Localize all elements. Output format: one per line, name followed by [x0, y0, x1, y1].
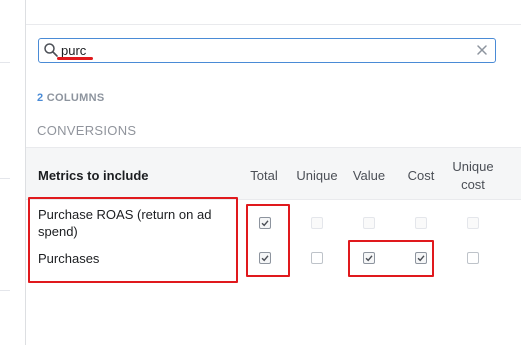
column-header-total: Total [250, 168, 278, 183]
left-panel-edge [0, 0, 26, 345]
annotation-box-value-cost [348, 240, 434, 277]
checkbox-purchase-roas-unique-cost [467, 217, 479, 229]
search-icon [44, 43, 58, 57]
checkbox-purchase-roas-value [363, 217, 375, 229]
column-header-unique: Unique [296, 168, 338, 183]
metrics-header: Metrics to include [38, 168, 149, 183]
divider [26, 24, 521, 25]
table-header: Metrics to include Total Unique Value Co… [26, 147, 521, 200]
checkbox-purchases-unique-cost[interactable] [467, 252, 479, 264]
close-icon[interactable] [475, 43, 489, 57]
checkbox-purchase-roas-cost [415, 217, 427, 229]
divider [0, 178, 10, 179]
column-header-unique-cost: Unique cost [452, 159, 494, 192]
column-count: 2 COLUMNS [37, 92, 105, 104]
checkbox-purchases-unique[interactable] [311, 252, 323, 264]
column-header-value: Value [352, 168, 386, 183]
checkbox-purchase-roas-unique [311, 217, 323, 229]
search-box[interactable] [38, 38, 496, 63]
column-header-cost: Cost [407, 168, 435, 183]
divider [0, 62, 10, 63]
annotation-box-metrics [28, 197, 238, 283]
annotation-underline [57, 57, 93, 60]
column-count-label: COLUMNS [43, 92, 105, 104]
section-title: CONVERSIONS [37, 123, 137, 138]
divider [0, 290, 10, 291]
annotation-box-total [246, 204, 290, 277]
search-input[interactable] [61, 41, 461, 60]
